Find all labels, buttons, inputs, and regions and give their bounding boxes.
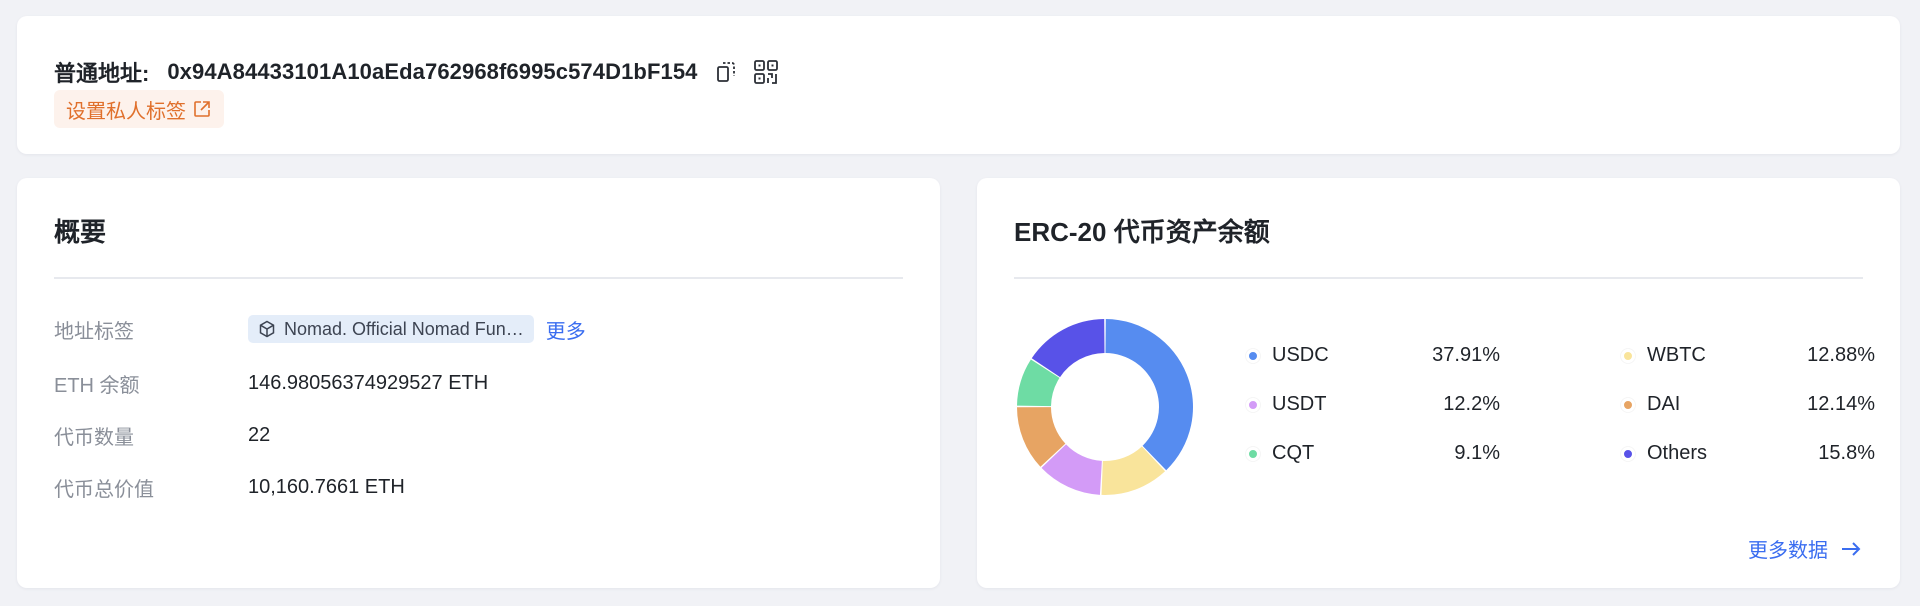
- token-count-label: 代币数量: [54, 426, 134, 449]
- cube-icon: [259, 320, 275, 338]
- set-private-tag-button[interactable]: 设置私人标签: [54, 90, 224, 128]
- token-total-value-row: 代币总价值 10,160.7661 ETH: [54, 472, 405, 502]
- legend-left: USDC 37.91% USDT 12.2% CQT 9.1%: [1246, 331, 1500, 478]
- more-data-link[interactable]: 更多数据: [1748, 534, 1862, 563]
- overview-title: 概要: [54, 217, 107, 247]
- legend-percent: 37.91%: [1432, 344, 1500, 366]
- address-card: 普通地址: 0x94A84433101A10aEda762968f6995c57…: [17, 16, 1900, 154]
- legend-name: DAI: [1647, 393, 1681, 415]
- eth-balance-row: ETH 余额 146.98056374929527 ETH: [54, 368, 488, 398]
- address-tag-text: Nomad. Official Nomad Fun…: [284, 318, 524, 339]
- more-data-label: 更多数据: [1748, 540, 1828, 562]
- copy-icon[interactable]: [712, 58, 740, 86]
- address-row: 普通地址: 0x94A84433101A10aEda762968f6995c57…: [54, 58, 780, 86]
- qr-code-icon[interactable]: [752, 58, 780, 86]
- external-edit-icon: [194, 101, 210, 117]
- legend-right: WBTC 12.88% DAI 12.14% Others 15.8%: [1621, 331, 1875, 478]
- legend-dot: [1621, 446, 1635, 461]
- legend-dot: [1246, 397, 1260, 412]
- legend-percent: 12.2%: [1443, 393, 1500, 415]
- legend-percent: 12.14%: [1807, 393, 1875, 415]
- eth-balance-value: 146.98056374929527 ETH: [248, 371, 489, 394]
- legend-item-others[interactable]: Others 15.8%: [1621, 429, 1875, 478]
- address-tag-row: 地址标签 Nomad. Official Nomad Fun… 更多: [54, 314, 586, 344]
- overview-divider: [54, 277, 903, 279]
- donut-slice-usdc[interactable]: [1105, 319, 1193, 471]
- legend-item-cqt[interactable]: CQT 9.1%: [1246, 429, 1500, 478]
- legend-name: USDT: [1272, 393, 1327, 415]
- legend-item-usdt[interactable]: USDT 12.2%: [1246, 380, 1500, 429]
- token-total-value: 10,160.7661 ETH: [248, 475, 405, 498]
- overview-card: 概要 地址标签 Nomad. Official Nomad Fun… 更多 ET…: [17, 178, 940, 588]
- legend-percent: 12.88%: [1807, 344, 1875, 366]
- legend-item-wbtc[interactable]: WBTC 12.88%: [1621, 331, 1875, 380]
- address-value[interactable]: 0x94A84433101A10aEda762968f6995c574D1bF1…: [167, 59, 697, 85]
- legend-dot: [1621, 397, 1635, 412]
- legend-dot: [1246, 446, 1260, 461]
- legend-name: Others: [1647, 442, 1708, 464]
- token-total-value-label: 代币总价值: [54, 478, 154, 501]
- legend-name: USDC: [1272, 344, 1329, 366]
- erc20-card: ERC-20 代币资产余额 USDC 37.91% USDT 12.2% CQT 9.1%…: [977, 178, 1900, 588]
- legend-percent: 15.8%: [1818, 442, 1875, 464]
- legend-name: CQT: [1272, 442, 1315, 464]
- address-tag-badge[interactable]: Nomad. Official Nomad Fun…: [248, 315, 534, 343]
- more-tags-link[interactable]: 更多: [546, 315, 586, 344]
- legend-item-dai[interactable]: DAI 12.14%: [1621, 380, 1875, 429]
- erc20-divider: [1014, 277, 1863, 279]
- legend-percent: 9.1%: [1454, 442, 1500, 464]
- address-tag-label: 地址标签: [54, 320, 134, 343]
- legend-item-usdc[interactable]: USDC 37.91%: [1246, 331, 1500, 380]
- token-count-row: 代币数量 22: [54, 420, 270, 450]
- legend-dot: [1621, 348, 1635, 363]
- token-donut-chart[interactable]: [1014, 316, 1196, 498]
- legend-name: WBTC: [1647, 344, 1706, 366]
- set-private-tag-label: 设置私人标签: [66, 100, 186, 123]
- erc20-title: ERC-20 代币资产余额: [1014, 217, 1270, 247]
- token-count-value: 22: [248, 423, 271, 446]
- eth-balance-label: ETH 余额: [54, 374, 140, 397]
- legend-dot: [1246, 348, 1260, 363]
- arrow-right-icon: [1842, 541, 1861, 556]
- address-type-label: 普通地址:: [54, 61, 150, 86]
